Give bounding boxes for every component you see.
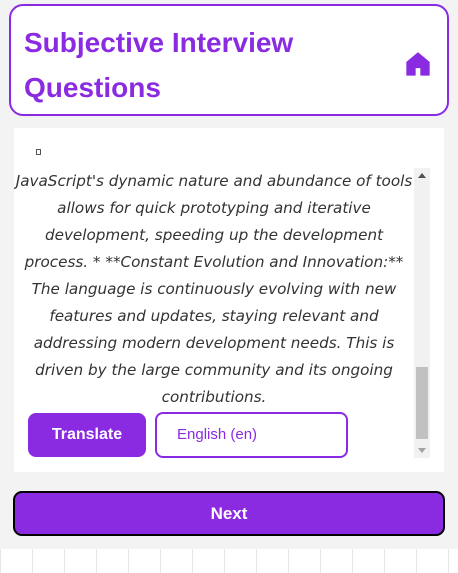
scroll-down-arrow-icon[interactable] <box>418 448 426 453</box>
language-select[interactable]: English (en) <box>155 412 348 458</box>
translate-button[interactable]: Translate <box>28 413 146 457</box>
home-icon[interactable] <box>404 50 432 78</box>
page-title: Subjective Interview Questions <box>24 27 294 103</box>
answer-text: JavaScript's dynamic nature and abundanc… <box>15 172 413 404</box>
page-header: Subjective Interview Questions <box>9 4 449 116</box>
bottom-strip <box>0 549 458 573</box>
next-button[interactable]: Next <box>13 491 445 536</box>
scroll-up-arrow-icon[interactable] <box>418 173 426 178</box>
scroll-thumb[interactable] <box>416 367 428 439</box>
answer-text-area[interactable]: JavaScript's dynamic nature and abundanc… <box>14 168 414 404</box>
resize-mark-icon <box>36 149 41 155</box>
scrollbar[interactable] <box>414 168 430 458</box>
